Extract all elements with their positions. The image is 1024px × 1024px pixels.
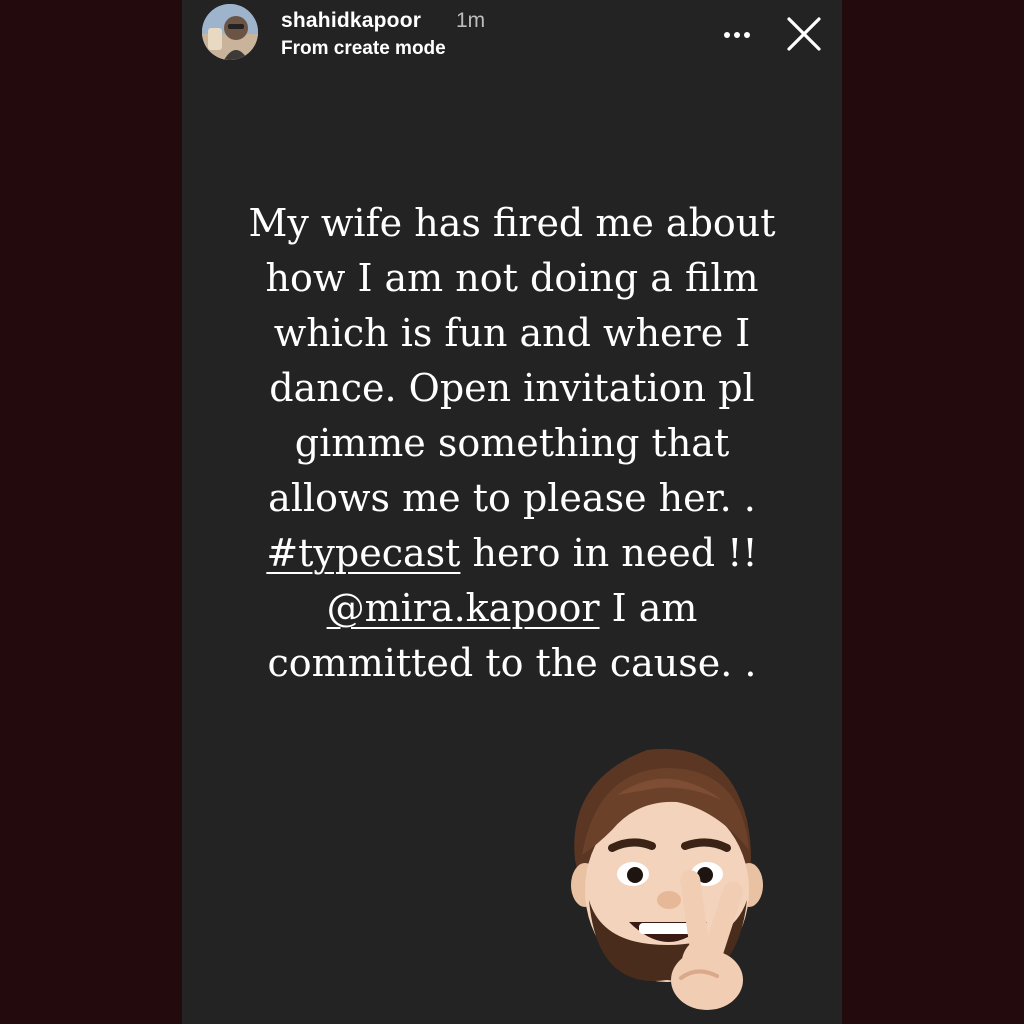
close-button[interactable] <box>784 14 824 54</box>
line-text: dance. Open invitation pl <box>269 366 755 410</box>
more-options-button[interactable] <box>718 18 758 52</box>
more-options-icon <box>724 32 750 38</box>
story-text-line: which is fun and where I <box>212 306 812 361</box>
hashtag-link[interactable]: #typecast <box>266 531 460 575</box>
story-username[interactable]: shahidkapoor <box>281 9 421 33</box>
story-text-line: #typecast hero in need !! <box>212 526 812 581</box>
story-text-line: dance. Open invitation pl <box>212 361 812 416</box>
line-text: committed to the cause. . <box>267 641 757 685</box>
line-text: allows me to please her. . <box>268 476 756 520</box>
profile-avatar[interactable] <box>202 4 258 60</box>
line-text: I am <box>599 586 698 630</box>
story-viewer[interactable]: shahidkapoor 1m From create mode My wife… <box>182 0 842 1024</box>
line-text: hero in need !! <box>460 531 758 575</box>
line-text: gimme something that <box>294 421 730 465</box>
close-icon <box>787 17 821 51</box>
story-text: My wife has fired me about how I am not … <box>212 196 812 691</box>
story-text-line: how I am not doing a film <box>212 251 812 306</box>
line-text: My wife has fired me about <box>248 201 776 245</box>
story-subtitle: From create mode <box>281 38 446 59</box>
story-text-line: gimme something that <box>212 416 812 471</box>
mention-link[interactable]: @mira.kapoor <box>327 586 600 630</box>
story-text-line: @mira.kapoor I am <box>212 581 812 636</box>
story-text-line: allows me to please her. . <box>212 471 812 526</box>
story-text-line: committed to the cause. . <box>212 636 812 691</box>
story-text-line: My wife has fired me about <box>212 196 812 251</box>
line-text: how I am not doing a film <box>265 256 759 300</box>
memoji-peace-sign-sticker <box>557 740 777 1020</box>
line-text: which is fun and where I <box>273 311 751 355</box>
story-header: shahidkapoor 1m From create mode <box>182 0 842 70</box>
story-time: 1m <box>456 9 486 32</box>
